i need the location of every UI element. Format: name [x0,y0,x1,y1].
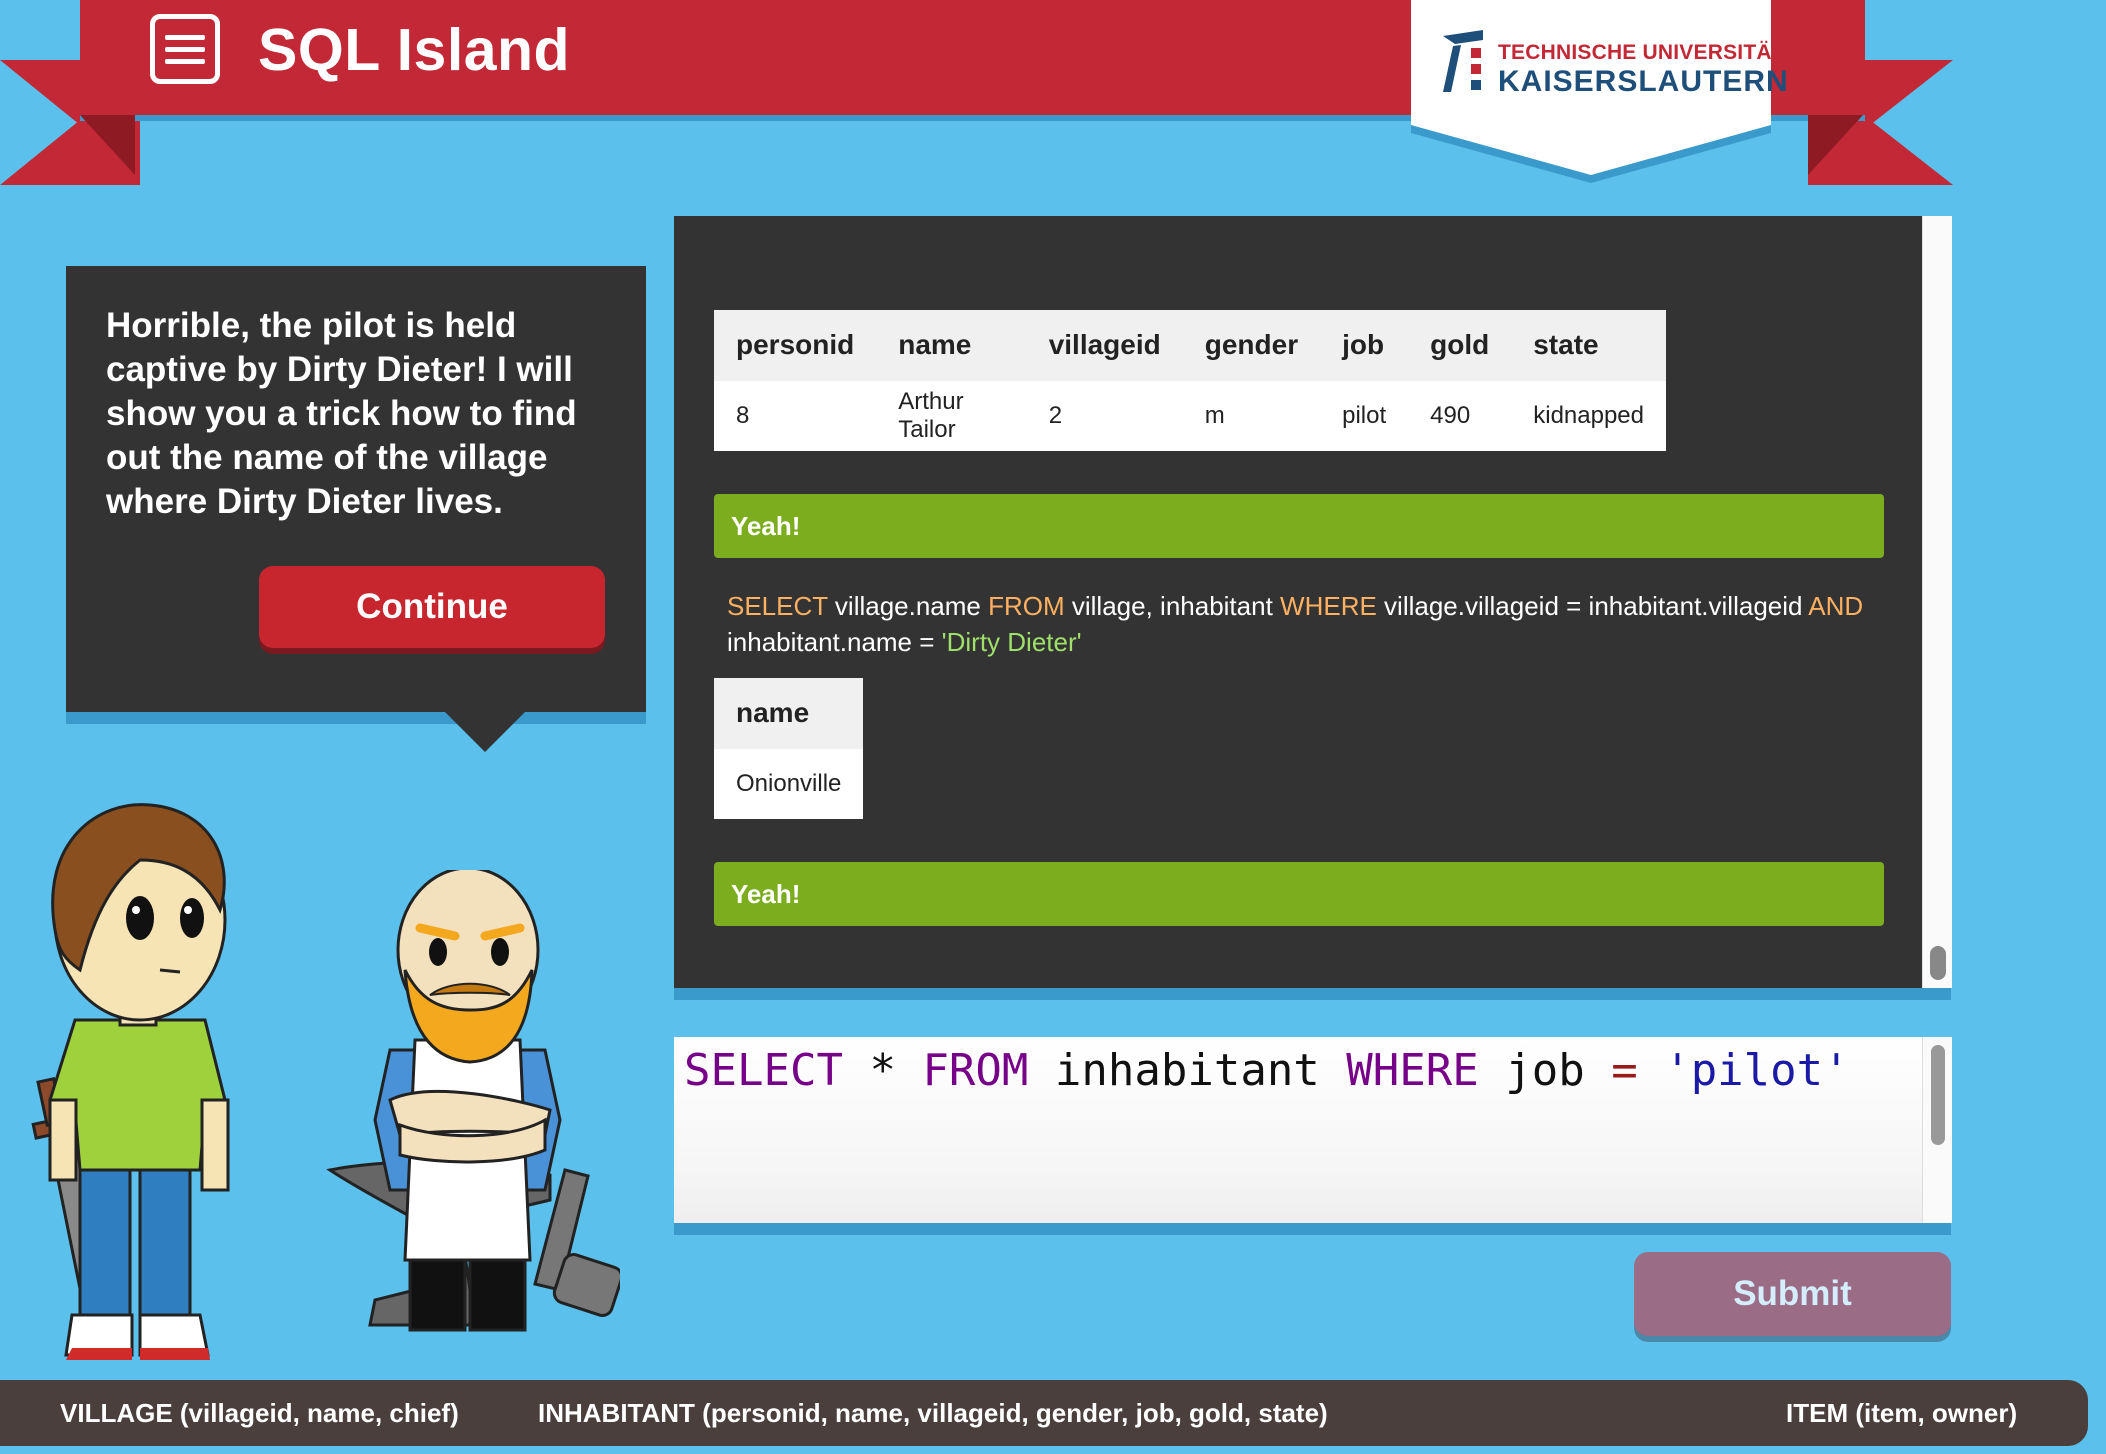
result-table-2: name Onionville [714,678,864,819]
success-message: Yeah! [714,862,1884,926]
result-scrollbar[interactable] [1922,216,1952,988]
table-cell: kidnapped [1511,380,1666,451]
scrollbar-thumb[interactable] [1930,946,1946,980]
sql-text: village.villageid = inhabitant.villageid [1376,591,1809,621]
code-keyword: FROM [922,1045,1029,1096]
sql-keyword: AND [1808,591,1864,621]
university-name: TECHNISCHE UNIVERSITÄT KAISERSLAUTERN [1498,42,1789,97]
sql-editor[interactable]: SELECT * FROM inhabitant WHERE job = 'pi… [674,1037,1922,1223]
table-cell: pilot [1320,380,1409,451]
table-cell: m [1182,380,1321,451]
table-header-row: name [714,678,864,749]
table-row: Onionville [714,748,864,819]
result-panel: personid name villageid gender job gold … [674,216,1922,988]
table-cell: 8 [714,380,877,451]
dialog-text: Horrible, the pilot is held captive by D… [106,306,577,521]
column-header: name [714,678,864,749]
schema-item: ITEM (item, owner) [1786,1397,2018,1428]
editor-scrollbar[interactable] [1922,1037,1952,1223]
dialog-bubble: Horrible, the pilot is held captive by D… [66,266,646,712]
schema-village: VILLAGE (villageid, name, chief) [60,1397,459,1428]
scrollbar-thumb[interactable] [1931,1045,1945,1145]
code-string: 'pilot' [1664,1045,1850,1096]
table-cell: Onionville [714,748,864,819]
sql-string: 'Dirty Dieter' [941,627,1082,657]
code-text: * [842,1045,923,1096]
submit-button[interactable]: Submit [1634,1252,1951,1336]
sql-keyword: SELECT [727,591,828,621]
menu-icon[interactable] [150,14,220,84]
column-header: villageid [1026,310,1183,381]
code-text: job [1478,1045,1612,1096]
player-character [31,803,230,1360]
sql-keyword: WHERE [1280,591,1377,621]
column-header: personid [714,310,877,381]
code-operator: = [1611,1045,1638,1096]
column-header: gender [1182,310,1321,381]
schema-bar: VILLAGE (villageid, name, chief) INHABIT… [0,1380,2088,1446]
table-cell: 2 [1026,380,1183,451]
sql-keyword: FROM [988,591,1065,621]
code-keyword: WHERE [1346,1045,1479,1096]
app-title: SQL Island [258,17,571,83]
sql-text: village, inhabitant [1064,591,1281,621]
column-header: state [1511,310,1666,381]
success-message: Yeah! [714,494,1884,558]
editor-line[interactable]: SELECT * FROM inhabitant WHERE job = 'pi… [684,1041,1850,1101]
result-table-1: personid name villageid gender job gold … [714,310,1666,451]
column-header: job [1320,310,1409,381]
continue-button[interactable]: Continue [259,566,605,648]
blacksmith-character [326,870,620,1332]
code-keyword: SELECT [684,1045,843,1096]
table-cell: 490 [1408,380,1512,451]
column-header: gold [1408,310,1512,381]
dialog-tail [443,710,527,752]
table-row: 8 Arthur Tailor 2 m pilot 490 kidnapped [714,380,1666,451]
table-header-row: personid name villageid gender job gold … [714,310,1666,381]
code-text: inhabitant [1028,1045,1347,1096]
column-header: name [876,310,1027,381]
university-line1: TECHNISCHE UNIVERSITÄT [1498,41,1785,64]
schema-inhabitant: INHABITANT (personid, name, villageid, g… [538,1397,1328,1428]
university-line2: KAISERSLAUTERN [1498,65,1789,98]
table-cell: Arthur Tailor [876,380,1027,451]
executed-query: SELECT village.name FROM village, inhabi… [727,588,1877,660]
sql-text: inhabitant.name = [727,627,942,657]
sql-text: village.name [827,591,989,621]
